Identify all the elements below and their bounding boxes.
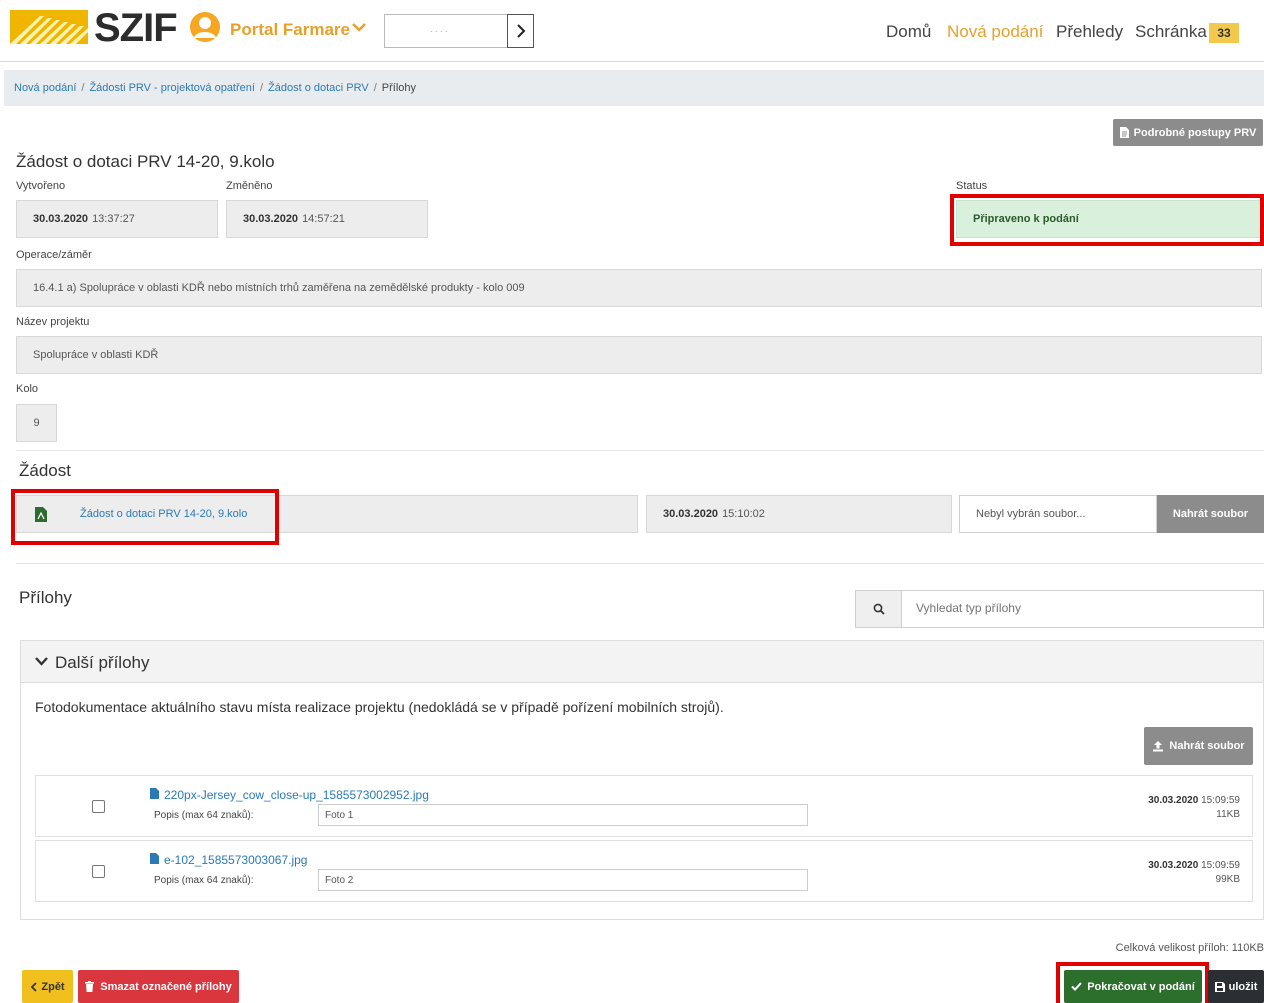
panel-header[interactable]: Další přílohy: [21, 641, 1263, 683]
attachment-meta: 30.03.2020 15:09:59 99KB: [1148, 859, 1240, 887]
project-name-field: Spolupráce v oblasti KDŘ: [16, 336, 1262, 374]
delete-selected-button[interactable]: Smazat označené přílohy: [78, 970, 239, 1003]
page-title: Žádost o dotaci PRV 14-20, 9.kolo: [16, 152, 275, 171]
user-icon[interactable]: [190, 12, 220, 42]
request-date-field: 30.03.2020 15:10:02: [646, 495, 952, 533]
attachment-file-link[interactable]: 220px-Jersey_cow_close-up_1585573002952.…: [164, 788, 429, 802]
save-button-label: uložit: [1228, 980, 1258, 993]
request-file-link[interactable]: Žádost o dotaci PRV 14-20, 9.kolo: [80, 508, 247, 520]
operation-field: 16.4.1 a) Spolupráce v oblasti KDŘ nebo …: [16, 269, 1262, 307]
attachments-upload-button[interactable]: Nahrát soubor: [1144, 727, 1253, 765]
check-icon: [1071, 982, 1082, 991]
divider: [16, 450, 1264, 451]
panel-title: Další přílohy: [55, 653, 150, 672]
changed-date: 30.03.2020: [243, 213, 299, 225]
breadcrumb-current: Přílohy: [381, 82, 417, 94]
attachment-row: e-102_1585573003067.jpg Popis (max 64 zn…: [35, 840, 1253, 902]
breadcrumb: Nová podání / Žádosti PRV - projektová opa…: [4, 70, 1264, 106]
description-label: Popis (max 64 znaků):: [154, 875, 254, 886]
created-time: 13:37:27: [92, 213, 135, 225]
image-file-icon: [150, 788, 159, 799]
nav-overviews[interactable]: Přehledy: [1056, 22, 1123, 42]
attachment-file-link[interactable]: e-102_1585573003067.jpg: [164, 853, 307, 867]
status-field: Připraveno k podání: [956, 200, 1262, 238]
attachments-heading: Přílohy: [19, 588, 72, 607]
header: SZIF Portal Farmare . . . . Domů Nová po…: [0, 0, 1264, 62]
chevron-left-icon: [31, 981, 38, 992]
portal-farmare-menu[interactable]: Portal Farmare: [230, 20, 350, 40]
description-label: Popis (max 64 znaků):: [154, 810, 254, 821]
continue-submission-button[interactable]: Pokračovat v podání: [1064, 970, 1202, 1003]
created-label: Vytvořeno: [16, 180, 66, 192]
attachments-upload-label: Nahrát soubor: [1169, 740, 1245, 752]
chevron-right-icon: [516, 24, 525, 38]
request-time: 15:10:02: [722, 508, 765, 520]
attachment-size: 11KB: [1216, 809, 1240, 820]
pdf-file-icon: [17, 496, 65, 532]
created-field: 30.03.2020 13:37:27: [16, 200, 218, 238]
logo-field-graphic: [10, 10, 88, 44]
continue-button-label: Pokračovat v podání: [1087, 980, 1195, 993]
nav-new-submissions[interactable]: Nová podání: [947, 22, 1043, 42]
request-file-field: Žádost o dotaci PRV 14-20, 9.kolo: [16, 495, 638, 533]
inbox-count-badge[interactable]: 33: [1209, 23, 1239, 43]
upload-icon: [1153, 741, 1164, 752]
chevron-down-icon[interactable]: [350, 18, 368, 41]
attachment-checkbox[interactable]: [92, 865, 105, 878]
attachment-date: 30.03.2020: [1148, 795, 1199, 806]
back-button[interactable]: Zpět: [22, 970, 73, 1003]
image-file-icon: [150, 853, 159, 864]
attachment-size: 99KB: [1215, 874, 1240, 885]
delete-button-label: Smazat označené přílohy: [100, 980, 232, 993]
back-button-label: Zpět: [41, 980, 65, 993]
attachment-checkbox[interactable]: [92, 800, 105, 813]
procedures-button-label: Podrobné postupy PRV: [1133, 126, 1257, 139]
panel-description: Fotodokumentace aktuálního stavu místa r…: [35, 699, 724, 715]
nav-home[interactable]: Domů: [886, 22, 931, 42]
round-field: 9: [16, 404, 57, 442]
attachment-meta: 30.03.2020 15:09:59 11KB: [1148, 794, 1240, 822]
status-label: Status: [956, 180, 988, 192]
chevron-down-icon: [35, 657, 48, 666]
attachment-time: 15:09:59: [1201, 860, 1240, 871]
request-upload-button[interactable]: Nahrát soubor: [1157, 495, 1264, 533]
nav-inbox[interactable]: Schránka: [1135, 22, 1207, 42]
request-upload-input[interactable]: Nebyl vybrán soubor...: [959, 495, 1157, 533]
attachment-row: 220px-Jersey_cow_close-up_1585573002952.…: [35, 775, 1253, 837]
divider: [16, 563, 1264, 564]
other-attachments-panel: Další přílohy Fotodokumentace aktuálního…: [20, 640, 1264, 920]
save-button[interactable]: uložit: [1208, 970, 1264, 1003]
document-icon: [1119, 127, 1129, 138]
round-label: Kolo: [16, 383, 39, 395]
search-text: . . . .: [430, 24, 448, 34]
trash-icon: [85, 981, 95, 992]
total-attachments-size: Celková velikost příloh: 110KB: [1115, 942, 1264, 954]
attachment-time: 15:09:59: [1201, 795, 1240, 806]
created-date: 30.03.2020: [33, 213, 89, 225]
floppy-icon: [1214, 981, 1225, 992]
project-name-label: Název projektu: [16, 316, 90, 328]
breadcrumb-prv-requests[interactable]: Žádosti PRV - projektová opatření: [89, 82, 255, 94]
logo[interactable]: SZIF: [94, 6, 178, 51]
attachment-date: 30.03.2020: [1148, 860, 1199, 871]
attachment-type-search: [855, 590, 1264, 628]
attachment-search-input[interactable]: [916, 601, 1246, 615]
operation-label: Operace/záměr: [16, 249, 92, 261]
changed-time: 14:57:21: [302, 213, 345, 225]
search-icon[interactable]: [856, 591, 902, 627]
request-heading: Žádost: [19, 461, 71, 480]
changed-field: 30.03.2020 14:57:21: [226, 200, 428, 238]
breadcrumb-new-submissions[interactable]: Nová podání: [14, 82, 76, 94]
request-date: 30.03.2020: [663, 508, 719, 520]
breadcrumb-prv-grant[interactable]: Žádost o dotaci PRV: [268, 82, 369, 94]
changed-label: Změněno: [226, 180, 273, 192]
description-input[interactable]: Foto 2: [318, 869, 808, 891]
search-go-button[interactable]: [507, 14, 534, 48]
description-input[interactable]: Foto 1: [318, 804, 808, 826]
procedures-button[interactable]: Podrobné postupy PRV: [1113, 119, 1263, 146]
